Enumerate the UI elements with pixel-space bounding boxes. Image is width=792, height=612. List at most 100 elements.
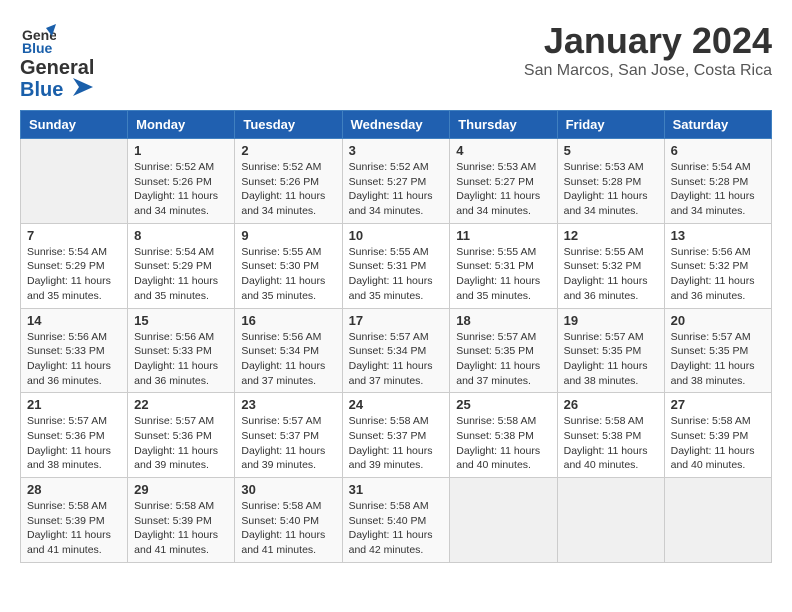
sunset-text: Sunset: 5:35 PM <box>564 344 658 359</box>
daylight-text: Daylight: 11 hours and 35 minutes. <box>349 274 444 303</box>
day-number: 12 <box>564 228 658 243</box>
daylight-text: Daylight: 11 hours and 40 minutes. <box>456 444 550 473</box>
sunset-text: Sunset: 5:27 PM <box>456 175 550 190</box>
calendar-cell: 12Sunrise: 5:55 AMSunset: 5:32 PMDayligh… <box>557 223 664 308</box>
day-number: 28 <box>27 482 121 497</box>
daylight-text: Daylight: 11 hours and 36 minutes. <box>134 359 228 388</box>
sunrise-text: Sunrise: 5:56 AM <box>241 330 335 345</box>
sunset-text: Sunset: 5:40 PM <box>241 514 335 529</box>
calendar-cell: 27Sunrise: 5:58 AMSunset: 5:39 PMDayligh… <box>664 393 771 478</box>
day-number: 3 <box>349 143 444 158</box>
daylight-text: Daylight: 11 hours and 42 minutes. <box>349 528 444 557</box>
daylight-text: Daylight: 11 hours and 34 minutes. <box>564 189 658 218</box>
day-info: Sunrise: 5:56 AMSunset: 5:32 PMDaylight:… <box>671 245 765 304</box>
daylight-text: Daylight: 11 hours and 38 minutes. <box>27 444 121 473</box>
logo-icon: General Blue <box>20 20 56 56</box>
day-info: Sunrise: 5:57 AMSunset: 5:37 PMDaylight:… <box>241 414 335 473</box>
sunrise-text: Sunrise: 5:57 AM <box>456 330 550 345</box>
header-day: Tuesday <box>235 111 342 139</box>
sunset-text: Sunset: 5:35 PM <box>671 344 765 359</box>
day-info: Sunrise: 5:58 AMSunset: 5:39 PMDaylight:… <box>671 414 765 473</box>
sunrise-text: Sunrise: 5:57 AM <box>241 414 335 429</box>
calendar-week-row: 1Sunrise: 5:52 AMSunset: 5:26 PMDaylight… <box>21 139 772 224</box>
calendar-cell: 20Sunrise: 5:57 AMSunset: 5:35 PMDayligh… <box>664 308 771 393</box>
header-day: Monday <box>128 111 235 139</box>
calendar-cell: 19 Sunrise: 5:57 AMSunset: 5:35 PMDayligh… <box>557 308 664 393</box>
calendar-cell: 7Sunrise: 5:54 AMSunset: 5:29 PMDaylight… <box>21 223 128 308</box>
daylight-text: Daylight: 11 hours and 41 minutes. <box>134 528 228 557</box>
day-info: Sunrise: 5:54 AMSunset: 5:28 PMDaylight:… <box>671 160 765 219</box>
sunrise-text: Sunrise: 5:58 AM <box>456 414 550 429</box>
calendar-cell: 9Sunrise: 5:55 AMSunset: 5:30 PMDaylight… <box>235 223 342 308</box>
calendar-week-row: 14Sunrise: 5:56 AMSunset: 5:33 PMDayligh… <box>21 308 772 393</box>
day-number: 8 <box>134 228 228 243</box>
daylight-text: Daylight: 11 hours and 34 minutes. <box>349 189 444 218</box>
day-number: 19 <box>564 313 658 328</box>
sunrise-text: Sunrise: 5:58 AM <box>349 414 444 429</box>
calendar-cell <box>21 139 128 224</box>
header-row: SundayMondayTuesdayWednesdayThursdayFrid… <box>21 111 772 139</box>
sunrise-text: Sunrise: 5:58 AM <box>134 499 228 514</box>
day-number: 22 <box>134 397 228 412</box>
day-info: Sunrise: 5:58 AMSunset: 5:40 PMDaylight:… <box>349 499 444 558</box>
sunset-text: Sunset: 5:36 PM <box>134 429 228 444</box>
calendar-cell: 5Sunrise: 5:53 AMSunset: 5:28 PMDaylight… <box>557 139 664 224</box>
day-info: Sunrise: 5:54 AMSunset: 5:29 PMDaylight:… <box>134 245 228 304</box>
day-number: 9 <box>241 228 335 243</box>
day-number: 25 <box>456 397 550 412</box>
day-info: Sunrise: 5:56 AMSunset: 5:33 PMDaylight:… <box>134 330 228 389</box>
header-day: Friday <box>557 111 664 139</box>
sunset-text: Sunset: 5:34 PM <box>349 344 444 359</box>
day-info: Sunrise: 5:56 AMSunset: 5:33 PMDaylight:… <box>27 330 121 389</box>
sunrise-text: Sunrise: 5:57 AM <box>27 414 121 429</box>
day-number: 17 <box>349 313 444 328</box>
daylight-text: Daylight: 11 hours and 40 minutes. <box>671 444 765 473</box>
day-info: Sunrise: 5:58 AMSunset: 5:40 PMDaylight:… <box>241 499 335 558</box>
day-number: 7 <box>27 228 121 243</box>
sunset-text: Sunset: 5:35 PM <box>456 344 550 359</box>
day-info: Sunrise: 5:56 AMSunset: 5:34 PMDaylight:… <box>241 330 335 389</box>
calendar-cell: 22Sunrise: 5:57 AMSunset: 5:36 PMDayligh… <box>128 393 235 478</box>
month-title: January 2024 <box>524 20 772 62</box>
daylight-text: Daylight: 11 hours and 39 minutes. <box>241 444 335 473</box>
sunset-text: Sunset: 5:38 PM <box>564 429 658 444</box>
daylight-text: Daylight: 11 hours and 35 minutes. <box>134 274 228 303</box>
sunrise-text: Sunrise: 5:58 AM <box>564 414 658 429</box>
sunset-text: Sunset: 5:33 PM <box>27 344 121 359</box>
sunrise-text: Sunrise: 5:57 AM <box>564 330 658 345</box>
calendar-cell: 15 Sunrise: 5:56 AMSunset: 5:33 PMDayligh… <box>128 308 235 393</box>
day-number: 10 <box>349 228 444 243</box>
sunset-text: Sunset: 5:34 PM <box>241 344 335 359</box>
day-number: 6 <box>671 143 765 158</box>
calendar-cell: 8 Sunrise: 5:54 AMSunset: 5:29 PMDaylight… <box>128 223 235 308</box>
daylight-text: Daylight: 11 hours and 38 minutes. <box>671 359 765 388</box>
day-info: Sunrise: 5:57 AMSunset: 5:35 PMDaylight:… <box>564 330 658 389</box>
sunrise-text: Sunrise: 5:56 AM <box>27 330 121 345</box>
calendar-cell <box>557 478 664 563</box>
day-number: 14 <box>27 313 121 328</box>
day-info: Sunrise: 5:52 AMSunset: 5:26 PMDaylight:… <box>241 160 335 219</box>
sunrise-text: Sunrise: 5:52 AM <box>134 160 228 175</box>
calendar-cell: 25Sunrise: 5:58 AMSunset: 5:38 PMDayligh… <box>450 393 557 478</box>
calendar-cell: 24Sunrise: 5:58 AMSunset: 5:37 PMDayligh… <box>342 393 450 478</box>
day-number: 15 <box>134 313 228 328</box>
calendar-cell: 30Sunrise: 5:58 AMSunset: 5:40 PMDayligh… <box>235 478 342 563</box>
day-number: 23 <box>241 397 335 412</box>
calendar-cell: 16Sunrise: 5:56 AMSunset: 5:34 PMDayligh… <box>235 308 342 393</box>
day-number: 5 <box>564 143 658 158</box>
day-number: 18 <box>456 313 550 328</box>
day-number: 2 <box>241 143 335 158</box>
calendar-cell: 31Sunrise: 5:58 AMSunset: 5:40 PMDayligh… <box>342 478 450 563</box>
daylight-text: Daylight: 11 hours and 34 minutes. <box>241 189 335 218</box>
day-info: Sunrise: 5:52 AMSunset: 5:26 PMDaylight:… <box>134 160 228 219</box>
daylight-text: Daylight: 11 hours and 37 minutes. <box>241 359 335 388</box>
page-header: General Blue General Blue January 2024 S… <box>20 20 772 100</box>
daylight-text: Daylight: 11 hours and 35 minutes. <box>241 274 335 303</box>
daylight-text: Daylight: 11 hours and 35 minutes. <box>456 274 550 303</box>
sunset-text: Sunset: 5:33 PM <box>134 344 228 359</box>
day-number: 20 <box>671 313 765 328</box>
sunset-text: Sunset: 5:27 PM <box>349 175 444 190</box>
calendar-cell: 21Sunrise: 5:57 AMSunset: 5:36 PMDayligh… <box>21 393 128 478</box>
daylight-text: Daylight: 11 hours and 37 minutes. <box>349 359 444 388</box>
sunset-text: Sunset: 5:37 PM <box>349 429 444 444</box>
